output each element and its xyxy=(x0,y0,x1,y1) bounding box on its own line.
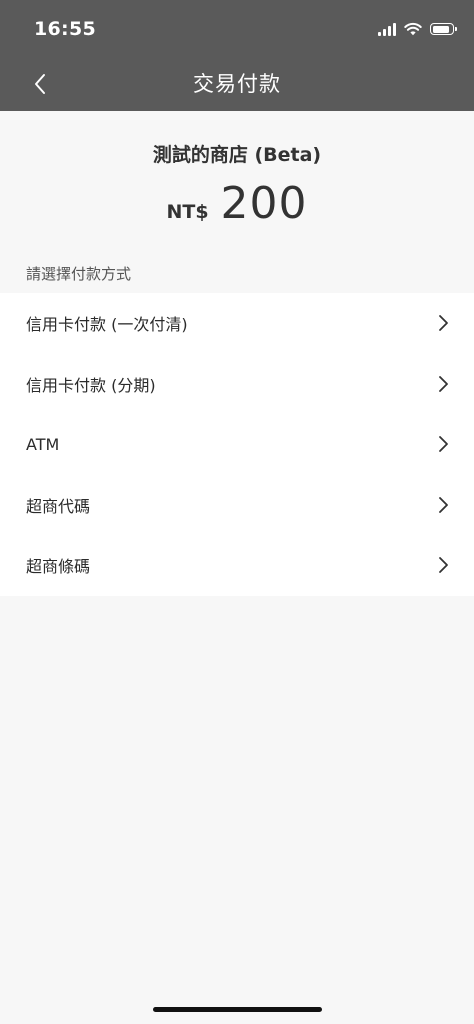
payment-method-credit-card-full[interactable]: 信用卡付款 (一次付清) xyxy=(0,293,474,354)
page-title: 交易付款 xyxy=(193,72,281,96)
chevron-right-icon xyxy=(439,557,448,574)
section-label: 請選擇付款方式 xyxy=(26,265,132,283)
wifi-icon xyxy=(404,22,422,36)
chevron-right-icon xyxy=(439,436,448,453)
battery-icon xyxy=(430,23,457,35)
method-label: 信用卡付款 (一次付清) xyxy=(26,315,188,335)
nav-header: 16:55 交易付款 xyxy=(0,0,474,111)
chevron-right-icon xyxy=(439,315,448,332)
status-icons xyxy=(378,20,457,38)
payment-method-list: 信用卡付款 (一次付清) 信用卡付款 (分期) ATM 超商代碼 超商條碼 xyxy=(0,293,474,596)
status-time: 16:55 xyxy=(34,18,96,40)
payment-method-convenience-store-code[interactable]: 超商代碼 xyxy=(0,475,474,536)
battery-level xyxy=(432,25,449,33)
cellular-signal-icon xyxy=(378,22,396,36)
amount-value: 200 xyxy=(220,178,308,229)
method-label: 超商代碼 xyxy=(26,496,91,516)
currency-label: NT$ xyxy=(166,201,209,223)
method-label: 信用卡付款 (分期) xyxy=(26,375,156,395)
amount-display: NT$ 200 xyxy=(0,178,474,229)
home-indicator[interactable] xyxy=(153,1007,322,1012)
store-name: 測試的商店 (Beta) xyxy=(152,144,322,166)
chevron-right-icon xyxy=(439,375,448,392)
payment-method-atm[interactable]: ATM xyxy=(0,414,474,475)
method-label: ATM xyxy=(26,434,60,454)
chevron-right-icon xyxy=(439,496,448,513)
method-label: 超商條碼 xyxy=(26,557,91,577)
payment-method-credit-card-installment[interactable]: 信用卡付款 (分期) xyxy=(0,354,474,415)
payment-method-convenience-store-barcode[interactable]: 超商條碼 xyxy=(0,535,474,596)
